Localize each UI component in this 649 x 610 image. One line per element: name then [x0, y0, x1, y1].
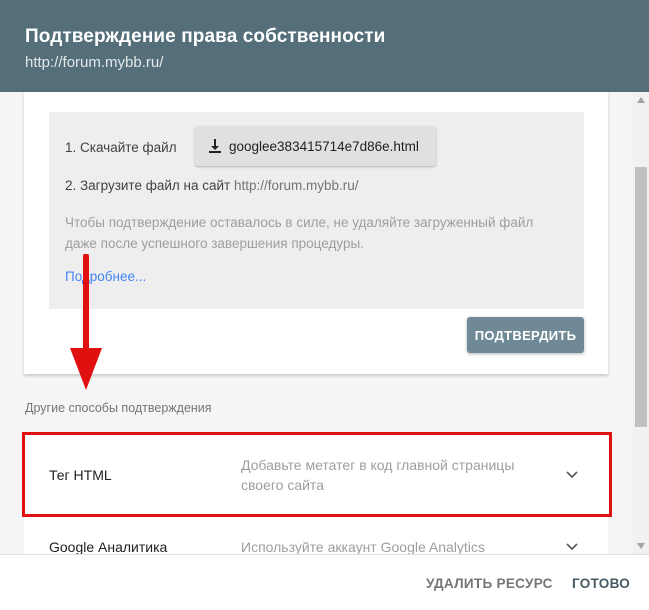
download-file-name: googlee383415714e7d86e.html: [229, 138, 419, 154]
dialog-header: Подтверждение права собственности http:/…: [0, 0, 649, 92]
scrollbar[interactable]: [633, 92, 649, 554]
dialog-content: 1. Скачайте файл googlee383415714e7d86e.…: [0, 92, 649, 554]
other-methods-heading: Другие способы подтверждения: [25, 401, 212, 415]
step1-label: 1. Скачайте файл: [65, 140, 177, 155]
dialog-footer: УДАЛИТЬ РЕСУРС ГОТОВО: [0, 554, 649, 610]
method-name: Google Аналитика: [49, 539, 168, 554]
scroll-up-arrow-icon[interactable]: [636, 96, 646, 104]
method-name: Тег HTML: [49, 467, 112, 483]
dialog-title: Подтверждение права собственности: [25, 26, 386, 47]
scroll-thumb[interactable]: [635, 167, 647, 427]
step2-label: 2. Загрузите файл на сайт: [65, 178, 231, 193]
method-row-html-tag[interactable]: Тег HTML Добавьте метатег в код главной …: [24, 432, 608, 516]
download-icon: [209, 139, 221, 153]
keep-file-note: Чтобы подтверждение оставалось в силе, н…: [65, 215, 534, 251]
verification-dialog: Подтверждение права собственности http:/…: [0, 0, 649, 610]
download-file-button[interactable]: googlee383415714e7d86e.html: [195, 126, 436, 166]
chevron-down-icon[interactable]: [564, 538, 580, 554]
chevron-down-icon[interactable]: [564, 466, 580, 482]
method-row-google-analytics[interactable]: Google Аналитика Используйте аккаунт Goo…: [24, 516, 608, 554]
step2-url: http://forum.mybb.ru/: [233, 178, 359, 193]
delete-property-button[interactable]: УДАЛИТЬ РЕСУРС: [426, 576, 553, 591]
method-description: Используйте аккаунт Google Analytics: [241, 539, 485, 554]
method-description: Добавьте метатег в код главной страницы …: [241, 457, 515, 493]
confirm-button[interactable]: ПОДТВЕРДИТЬ: [467, 317, 584, 353]
step2-text: 2. Загрузите файл на сайт http://forum.m…: [65, 178, 359, 193]
done-button[interactable]: ГОТОВО: [572, 576, 630, 591]
learn-more-link[interactable]: Подробнее...: [65, 269, 146, 284]
html-file-method-card: 1. Скачайте файл googlee383415714e7d86e.…: [24, 92, 608, 374]
instructions-panel: 1. Скачайте файл googlee383415714e7d86e.…: [49, 112, 584, 309]
property-url: http://forum.mybb.ru/: [25, 54, 164, 71]
scroll-down-arrow-icon[interactable]: [636, 542, 646, 550]
